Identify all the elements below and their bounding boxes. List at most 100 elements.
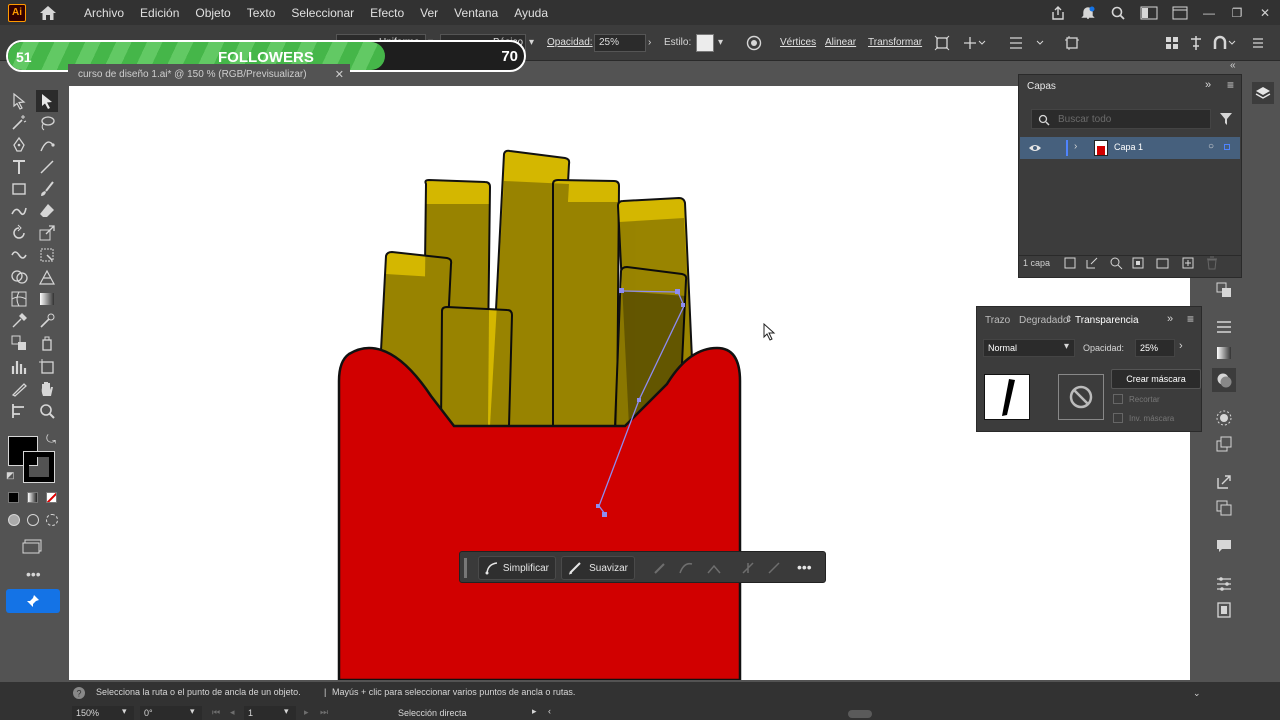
chevron-down-icon[interactable]: ▾ [718, 37, 723, 48]
chevron-right-icon[interactable]: › [648, 37, 651, 48]
warp-tool-icon[interactable] [8, 244, 30, 266]
selection-indicator[interactable] [1224, 144, 1230, 150]
artboard-icon[interactable] [1064, 35, 1080, 51]
hand-tool-icon[interactable] [36, 378, 58, 400]
menu-archivo[interactable]: Archivo [84, 6, 124, 20]
zoom-tool-icon[interactable] [36, 400, 58, 422]
vertices-link[interactable]: Vértices [780, 37, 816, 48]
collapse-icon[interactable]: « [1230, 60, 1236, 71]
document-tab[interactable]: curso de diseño 1.ai* @ 150 % (RGB/Previ… [68, 64, 350, 86]
layer-row[interactable]: › Capa 1 ○ [1020, 137, 1240, 159]
scissors-icon[interactable] [766, 560, 782, 576]
type-tool-icon[interactable] [8, 156, 30, 178]
pen-add-icon[interactable] [652, 560, 668, 576]
panel-options-icon[interactable]: ≡ [1227, 78, 1234, 92]
clip-checkbox[interactable] [1113, 394, 1123, 404]
join-icon[interactable] [706, 560, 722, 576]
perspective-grid-icon[interactable] [36, 266, 58, 288]
scale-tool-icon[interactable] [36, 222, 58, 244]
more-tools-icon[interactable]: ••• [26, 566, 41, 582]
more-options-icon[interactable]: ••• [797, 559, 812, 575]
menu-edicion[interactable]: Edición [140, 6, 179, 20]
simplify-button[interactable]: Simplificar [478, 556, 556, 580]
bell-icon[interactable] [1080, 5, 1096, 21]
appearance-icon[interactable] [1216, 410, 1232, 426]
comments-icon[interactable] [1216, 538, 1232, 554]
line-tool-icon[interactable] [36, 156, 58, 178]
tab-transparency[interactable]: Transparencia [1075, 315, 1139, 326]
artboard-tool-icon[interactable] [36, 356, 58, 378]
arrange-icon[interactable] [1172, 6, 1188, 20]
expand-icon[interactable]: › [1074, 141, 1077, 152]
restore-icon[interactable]: ❐ [1230, 6, 1244, 20]
style-swatch[interactable] [696, 34, 714, 52]
default-colors-icon[interactable]: ◩ [6, 470, 15, 481]
target-icon[interactable]: ○ [1208, 141, 1214, 152]
shaper-tool-icon[interactable] [8, 200, 30, 222]
workspace-icon[interactable] [1140, 6, 1158, 20]
chevron-right-icon[interactable]: › [1179, 340, 1183, 352]
graphic-styles-icon[interactable] [1216, 436, 1232, 452]
export-icon[interactable] [1216, 474, 1232, 490]
layers-panel-title[interactable]: Capas [1027, 81, 1056, 92]
scroll-left-icon[interactable]: ‹ [548, 706, 551, 716]
scroll-down-icon[interactable]: ⌄ [1193, 688, 1201, 699]
filter-icon[interactable] [1219, 112, 1233, 126]
swap-colors-icon[interactable]: ⤿ [46, 432, 56, 447]
smooth-button[interactable]: Suavizar [561, 556, 635, 580]
home-icon[interactable] [38, 3, 58, 23]
tab-gradient[interactable]: Degradado [1019, 315, 1068, 326]
close-tab-icon[interactable]: ✕ [335, 68, 344, 81]
magic-wand-icon[interactable] [8, 112, 30, 134]
draw-behind-icon[interactable] [27, 514, 39, 526]
close-icon[interactable]: ✕ [1258, 6, 1272, 20]
panel-options-icon[interactable]: ≡ [1187, 312, 1194, 326]
pin-icon[interactable] [6, 589, 60, 613]
drag-handle[interactable] [464, 558, 467, 578]
draw-normal-icon[interactable] [8, 514, 20, 526]
column-graph-icon[interactable] [8, 356, 30, 378]
rotate-tool-icon[interactable] [8, 222, 30, 244]
transparency-panel-icon[interactable] [1212, 368, 1236, 392]
properties-icon[interactable] [1216, 576, 1232, 592]
opacity-input[interactable]: 25% [1135, 339, 1175, 357]
eyedropper-icon[interactable] [8, 310, 30, 332]
object-thumbnail[interactable] [984, 374, 1030, 420]
search-layers-icon[interactable] [1109, 256, 1123, 270]
layers-panel-icon[interactable] [1252, 82, 1274, 104]
help-icon[interactable]: ? [72, 686, 86, 700]
eraser-icon[interactable] [36, 200, 58, 222]
lasso-icon[interactable] [36, 112, 58, 134]
clipping-mask-icon[interactable] [1131, 256, 1145, 270]
stroke-swatch[interactable] [23, 451, 55, 483]
chevron-down-icon[interactable]: ▾ [529, 37, 534, 48]
gradient-tool-icon[interactable] [36, 288, 58, 310]
align-link[interactable]: Alinear [825, 37, 856, 48]
draw-inside-icon[interactable] [46, 514, 58, 526]
new-sublayer-icon[interactable] [1155, 256, 1171, 270]
shape-builder-icon[interactable] [8, 266, 30, 288]
new-layer-icon[interactable] [1181, 256, 1195, 270]
free-transform-icon[interactable] [36, 244, 58, 266]
layers-search-field[interactable]: Buscar todo [1031, 109, 1211, 129]
distribute-icon[interactable] [1008, 35, 1044, 51]
locate-object-icon[interactable] [1085, 256, 1099, 270]
direct-selection-tool-icon[interactable] [36, 90, 58, 112]
screen-mode-icon[interactable] [22, 538, 44, 554]
mask-thumbnail[interactable] [1058, 374, 1104, 420]
status-menu-icon[interactable]: ▸ [532, 706, 537, 717]
pen-tool-icon[interactable] [8, 134, 30, 156]
invert-mask-checkbox[interactable] [1113, 413, 1123, 423]
collapse-panel-icon[interactable]: » [1205, 79, 1211, 91]
first-artboard-icon[interactable]: ⏮ [212, 707, 220, 718]
opacity-input[interactable]: 25% [594, 34, 646, 52]
opacity-label[interactable]: Opacidad: [547, 37, 593, 48]
previous-artboard-icon[interactable]: ◂ [230, 707, 235, 718]
isolate-icon[interactable] [934, 35, 950, 51]
measure-tool-icon[interactable] [36, 310, 58, 332]
align-options-icon[interactable] [962, 35, 986, 51]
align-center-icon[interactable] [1188, 35, 1204, 51]
search-icon[interactable] [1110, 5, 1126, 21]
rotation-select[interactable]: 0° ▾ [140, 706, 202, 720]
menu-ayuda[interactable]: Ayuda [514, 6, 548, 20]
